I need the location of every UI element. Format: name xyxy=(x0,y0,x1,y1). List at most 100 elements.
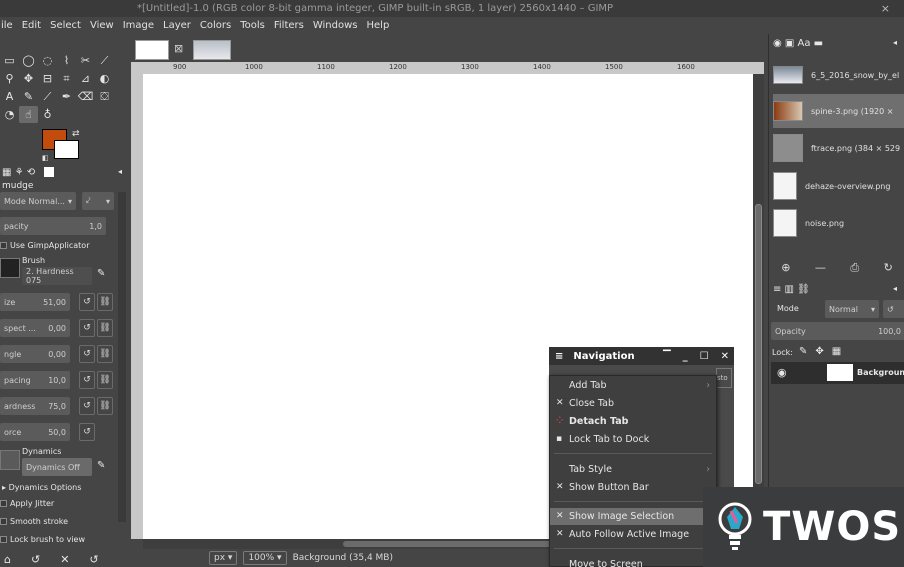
menu-layer[interactable]: Layer xyxy=(163,20,191,31)
menu-item-add-tab[interactable]: Add Tab › xyxy=(550,377,716,394)
dodge-icon[interactable]: ◔ xyxy=(0,106,19,123)
image-list-item[interactable]: 6_5_2016_snow_by_el xyxy=(773,58,904,92)
opacity-slider[interactable]: pacity 1,0 xyxy=(0,217,106,235)
dock-configure-icon[interactable]: ◂ xyxy=(893,38,897,47)
menu-item-move-to-screen[interactable]: Move to Screen xyxy=(550,556,716,567)
text-icon[interactable]: A xyxy=(0,88,19,105)
canvas-vertical-scrollbar[interactable] xyxy=(753,74,764,539)
menu-filters[interactable]: Filters xyxy=(274,20,304,31)
menu-windows[interactable]: Windows xyxy=(313,20,358,31)
heal-icon[interactable]: ♁ xyxy=(38,106,57,123)
window-close-button[interactable]: × xyxy=(881,0,890,17)
menu-image[interactable]: Image xyxy=(123,20,154,31)
tool-options-buttons[interactable]: ⌂↺✕↺ xyxy=(4,553,119,566)
raise-display-icon[interactable]: ⊕ xyxy=(781,261,790,275)
pattern-swatch[interactable] xyxy=(44,167,54,177)
link-angle-icon[interactable]: ⛓ xyxy=(97,345,113,363)
menu-select[interactable]: Select xyxy=(50,20,81,31)
layer-mode-options[interactable]: ↺ xyxy=(883,300,904,318)
airbrush-icon[interactable]: ✒ xyxy=(57,88,76,105)
scissors-icon[interactable]: ✂ xyxy=(76,52,95,69)
layer-row[interactable]: ◉ Backgroun xyxy=(771,362,904,384)
reset-hardness-icon[interactable]: ↺ xyxy=(79,397,95,415)
brush-preview[interactable] xyxy=(0,258,20,278)
use-applicator-checkbox[interactable]: Use GimpApplicator xyxy=(0,241,89,250)
edit-dynamics-icon[interactable]: ✎ xyxy=(97,460,105,471)
reset-aspect-icon[interactable]: ↺ xyxy=(79,319,95,337)
menu-item-lock-tab[interactable]: ▪ Lock Tab to Dock xyxy=(550,431,716,448)
smudge-icon[interactable]: ☝ xyxy=(19,106,38,123)
hardness-slider[interactable]: ardness 75,0 xyxy=(0,397,70,415)
image-list-item[interactable]: noise.png xyxy=(773,206,904,240)
image-list-item[interactable]: spine-3.png (1920 × xyxy=(773,94,904,128)
force-slider[interactable]: orce 50,0 xyxy=(0,423,70,441)
size-slider[interactable]: ize 51,00 xyxy=(0,293,70,311)
zoom-icon[interactable]: ⚲ xyxy=(0,70,19,87)
layers-configure-icon[interactable]: ◂ xyxy=(893,284,897,293)
smooth-stroke-checkbox[interactable]: Smooth stroke xyxy=(0,517,68,526)
ellipse-select-icon[interactable]: ◯ xyxy=(19,52,38,69)
menu-item-tab-style[interactable]: Tab Style › xyxy=(550,461,716,478)
paths-icon[interactable]: ⟋ xyxy=(95,52,114,69)
link-spacing-icon[interactable]: ⛓ xyxy=(97,371,113,389)
hscroll-thumb[interactable] xyxy=(343,541,563,547)
menu-view[interactable]: View xyxy=(90,20,114,31)
menu-item-show-button-bar[interactable]: ✕ Show Button Bar xyxy=(550,479,716,496)
mode-options-button[interactable]: ⤦ ▾ xyxy=(82,192,114,210)
menu-colors[interactable]: Colors xyxy=(200,20,231,31)
aspect-slider[interactable]: spect ... 0,00 xyxy=(0,319,70,337)
menu-item-close-tab[interactable]: ✕ Close Tab xyxy=(550,395,716,412)
new-display-icon[interactable]: — xyxy=(815,261,826,275)
close-tab-icon[interactable]: ⊠ xyxy=(174,42,183,55)
layers-tab-icons[interactable]: ≡ ▥ ⛓ xyxy=(773,284,810,295)
dock-tab-icons[interactable]: ◉ ▣ Aa ▬ xyxy=(773,38,823,49)
zoom-select[interactable]: 100% ▾ xyxy=(243,551,287,565)
paintbrush-icon[interactable]: ⟋ xyxy=(38,88,57,105)
reset-spacing-icon[interactable]: ↺ xyxy=(79,371,95,389)
scroll-thumb[interactable] xyxy=(755,204,762,484)
reset-force-icon[interactable]: ↺ xyxy=(79,423,95,441)
lock-brush-checkbox[interactable]: Lock brush to view xyxy=(0,535,85,544)
hamburger-menu-icon[interactable]: ≡ xyxy=(555,351,563,362)
menu-edit[interactable]: Edit xyxy=(22,20,41,31)
menu-item-detach-tab[interactable]: ⁘ Detach Tab xyxy=(550,413,716,430)
reload-icon[interactable]: ↻ xyxy=(884,261,893,275)
image-tab-snow[interactable] xyxy=(193,40,231,60)
visibility-eye-icon[interactable]: ◉ xyxy=(777,366,787,379)
warp-icon[interactable]: ◐ xyxy=(95,70,114,87)
bucket-icon[interactable]: ⛋ xyxy=(95,88,114,105)
link-aspect-icon[interactable]: ⛓ xyxy=(97,319,113,337)
image-list-item[interactable]: ftrace.png (384 × 529 xyxy=(773,131,904,165)
fuzzy-select-icon[interactable]: ⌇ xyxy=(57,52,76,69)
dynamics-preview[interactable] xyxy=(0,450,20,470)
dynamics-field[interactable]: Dynamics Off xyxy=(22,458,92,476)
print-icon[interactable]: ⎙ xyxy=(850,261,859,275)
edit-brush-icon[interactable]: ✎ xyxy=(97,268,105,279)
angle-slider[interactable]: ngle 0,00 xyxy=(0,345,70,363)
unit-select[interactable]: px ▾ xyxy=(209,551,238,565)
transform-icon[interactable]: ⊿ xyxy=(76,70,95,87)
spacing-slider[interactable]: pacing 10,0 xyxy=(0,371,70,389)
maximize-icon[interactable]: ☐ xyxy=(700,351,709,362)
free-select-icon[interactable]: ◌ xyxy=(38,52,57,69)
layer-opacity-slider[interactable]: Opacity 100,0 xyxy=(771,322,904,340)
image-list-item[interactable]: dehaze-overview.png xyxy=(773,169,904,203)
close-icon[interactable]: ✕ xyxy=(721,351,729,362)
reset-size-icon[interactable]: ↺ xyxy=(79,293,95,311)
default-colors-icon[interactable]: ◧ xyxy=(42,154,49,162)
minimize-bar-icon[interactable]: _ xyxy=(683,351,688,362)
move-icon[interactable]: ✥ xyxy=(19,70,38,87)
dynamics-options-expander[interactable]: ▸ Dynamics Options xyxy=(2,483,81,492)
crop-icon[interactable]: ⌗ xyxy=(57,70,76,87)
menu-help[interactable]: Help xyxy=(367,20,390,31)
eraser-icon[interactable]: ⌫ xyxy=(76,88,95,105)
layer-mode-select[interactable]: Normal ▾ xyxy=(825,300,879,318)
rect-select-icon[interactable]: ▭ xyxy=(0,52,19,69)
tool-options-scrollbar[interactable] xyxy=(118,192,126,522)
lock-icons[interactable]: ✎✥▦ xyxy=(799,346,849,357)
apply-jitter-checkbox[interactable]: Apply Jitter xyxy=(0,499,54,508)
configure-tab-icon[interactable]: ◂ xyxy=(118,167,122,176)
brush-name-field[interactable]: 2. Hardness 075 xyxy=(22,267,92,285)
align-icon[interactable]: ⊟ xyxy=(38,70,57,87)
menu-file[interactable]: ile xyxy=(1,20,13,31)
